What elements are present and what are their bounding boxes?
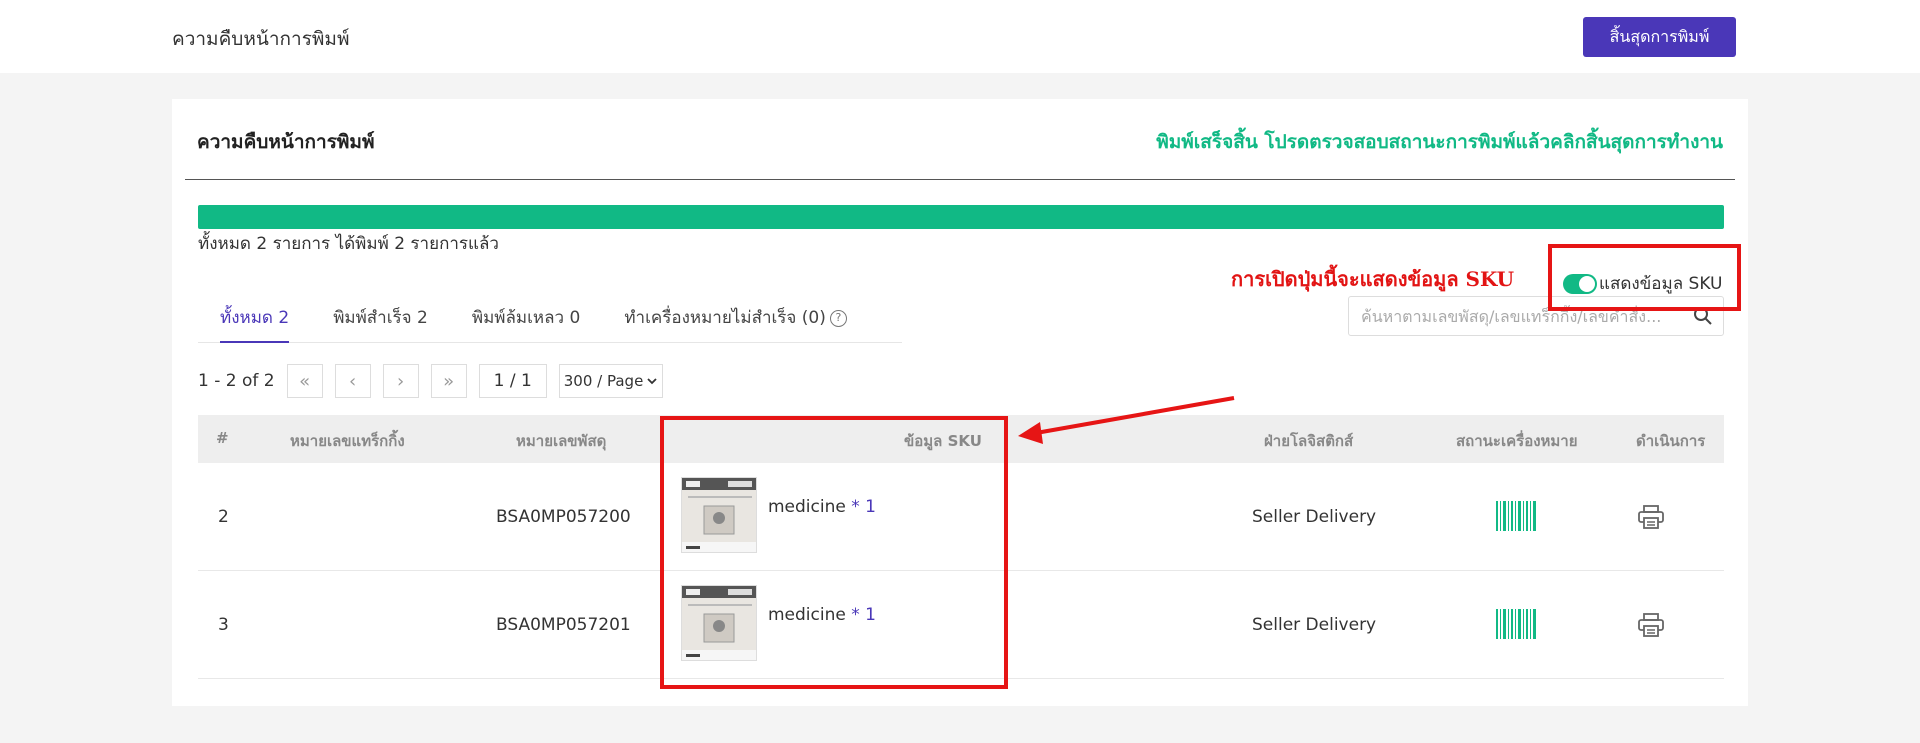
top-bar: ความคืบหน้าการพิมพ์ สิ้นสุดการพิมพ์	[0, 0, 1920, 73]
row-logistics: Seller Delivery	[1252, 615, 1377, 635]
header-index: #	[216, 429, 229, 447]
progress-bar-fill	[198, 205, 1724, 229]
card-title: ความคืบหน้าการพิมพ์	[197, 131, 375, 153]
chevron-right-icon: ›	[396, 370, 405, 392]
pagination: 1 - 2 of 2 « ‹ › » 1 / 1 300 / Page	[198, 363, 664, 399]
page-title: ความคืบหน้าการพิมพ์	[172, 28, 350, 50]
header-logistics: ฝ่ายโลจิสติกส์	[1264, 432, 1354, 450]
row-parcel: BSA0MP057200	[496, 507, 631, 527]
double-chevron-left-icon: «	[299, 370, 311, 392]
tab-label: ทำเครื่องหมายไม่สำเร็จ (0)	[624, 308, 826, 328]
toggle-switch[interactable]	[1563, 273, 1597, 294]
barcode-icon	[1496, 609, 1536, 639]
header-mark-status: สถานะเครื่องหมาย	[1456, 432, 1578, 450]
row-parcel: BSA0MP057201	[496, 615, 631, 635]
divider	[185, 179, 1735, 180]
tab-mark-failed[interactable]: ทำเครื่องหมายไม่สำเร็จ (0)?	[602, 303, 869, 343]
toggle-label: แสดงข้อมูล SKU	[1599, 274, 1723, 294]
finish-printing-button[interactable]: สิ้นสุดการพิมพ์	[1583, 17, 1736, 57]
prev-page-button[interactable]: ‹	[334, 364, 371, 398]
last-page-button[interactable]: »	[430, 364, 467, 398]
barcode-icon	[1496, 501, 1536, 531]
print-status-message: พิมพ์เสร็จสิ้น โปรดตรวจสอบสถานะการพิมพ์แ…	[1156, 131, 1723, 153]
chevron-left-icon: ‹	[348, 370, 357, 392]
header-tracking: หมายเลขแทร็กกิ้ง	[290, 432, 405, 450]
next-page-button[interactable]: ›	[382, 364, 419, 398]
row-index: 3	[218, 615, 229, 635]
tab-print-failed[interactable]: พิมพ์ล้มเหลว 0	[450, 303, 602, 343]
page-size-value: 300 / Page	[563, 372, 644, 390]
row-index: 2	[218, 507, 229, 527]
first-page-button[interactable]: «	[286, 364, 323, 398]
chevron-down-icon	[647, 378, 657, 385]
show-sku-toggle[interactable]: แสดงข้อมูล SKU	[1563, 270, 1722, 297]
tab-print-success[interactable]: พิมพ์สำเร็จ 2	[311, 303, 450, 343]
tab-label: พิมพ์สำเร็จ 2	[333, 308, 428, 328]
print-summary: ทั้งหมด 2 รายการ ได้พิมพ์ 2 รายการแล้ว	[198, 234, 499, 254]
row-logistics: Seller Delivery	[1252, 507, 1377, 527]
printer-icon[interactable]	[1638, 505, 1664, 529]
header-parcel: หมายเลขพัสดุ	[516, 432, 607, 450]
progress-bar	[198, 205, 1724, 229]
page-indicator[interactable]: 1 / 1	[478, 364, 547, 398]
pagination-range: 1 - 2 of 2	[198, 371, 275, 391]
double-chevron-right-icon: »	[443, 370, 455, 392]
page-size-select[interactable]: 300 / Page	[558, 364, 664, 398]
header-action: ดำเนินการ	[1636, 432, 1706, 450]
printer-icon[interactable]	[1638, 613, 1664, 637]
tab-label: ทั้งหมด 2	[220, 308, 290, 328]
annotation-note: การเปิดปุ่มนี้จะแสดงข้อมูล SKU	[1231, 267, 1515, 291]
tab-label: พิมพ์ล้มเหลว 0	[471, 308, 581, 328]
status-tabs: ทั้งหมด 2 พิมพ์สำเร็จ 2 พิมพ์ล้มเหลว 0 ท…	[198, 303, 902, 343]
tab-all[interactable]: ทั้งหมด 2	[198, 303, 311, 343]
help-icon[interactable]: ?	[829, 309, 847, 327]
annotation-highlight-sku-column	[660, 416, 1008, 689]
